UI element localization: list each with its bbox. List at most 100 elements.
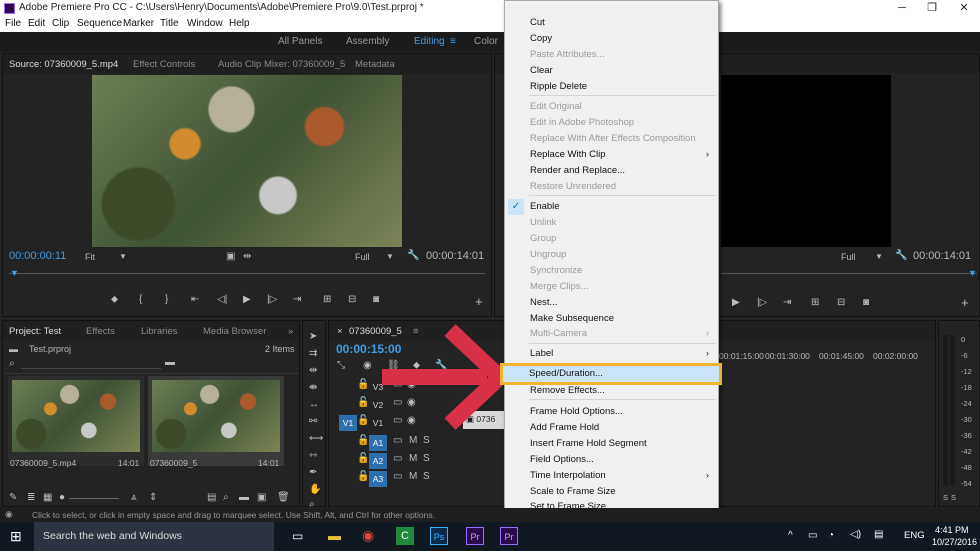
go-to-out-icon[interactable]: ⇥ — [783, 297, 791, 308]
workspace-assembly[interactable]: Assembly — [346, 36, 389, 47]
workspace-editing[interactable]: Editing — [414, 36, 445, 47]
sync-lock-icon[interactable]: ▭ — [393, 435, 402, 446]
new-bin-icon[interactable]: ▬ — [239, 492, 249, 503]
menu-edit[interactable]: Edit — [28, 18, 45, 29]
nest-toggle-icon[interactable]: ⤡ — [337, 360, 345, 371]
workspace-color[interactable]: Color — [474, 36, 498, 47]
export-frame-icon[interactable]: ◙ — [863, 297, 869, 308]
chevron-up-icon[interactable]: ^ — [788, 530, 793, 541]
volume-icon[interactable]: ◁) — [850, 529, 861, 540]
taskbar-search-box[interactable]: Search the web and Windows — [34, 522, 274, 551]
play-icon[interactable]: ▶ — [243, 294, 251, 305]
go-to-out-icon[interactable]: ⇥ — [293, 294, 301, 305]
project-item[interactable]: 07360009_5 14:01 — [148, 376, 284, 468]
menu-clip[interactable]: Clip — [52, 18, 69, 29]
premiere-taskbar-icon[interactable]: Pr — [466, 527, 484, 545]
workspace-all-panels[interactable]: All Panels — [278, 36, 322, 47]
tab-metadata[interactable]: Metadata — [355, 59, 395, 70]
sort-icon[interactable]: ⩓ — [131, 492, 137, 503]
add-button-icon[interactable]: + — [475, 294, 483, 309]
menu-window[interactable]: Window — [187, 18, 223, 29]
menu-marker[interactable]: Marker — [123, 18, 154, 29]
project-search-input[interactable] — [21, 357, 161, 369]
menu-sequence[interactable]: Sequence — [77, 18, 122, 29]
clock-time[interactable]: 4:41 PM — [935, 525, 969, 535]
export-frame-icon[interactable]: ◙ — [373, 294, 379, 305]
menu-item-clear[interactable]: Clear — [530, 64, 553, 78]
close-icon[interactable]: × — [337, 326, 343, 337]
drag-video-icon[interactable]: ⇹ — [243, 251, 251, 262]
rate-stretch-tool-icon[interactable]: ↔ — [309, 399, 319, 410]
extract-icon[interactable]: ⊟ — [837, 297, 845, 308]
chevron-down-icon[interactable]: ▼ — [386, 252, 394, 261]
mute-button[interactable]: M — [409, 471, 417, 482]
program-video-frame[interactable] — [721, 75, 891, 247]
mute-button[interactable]: M — [409, 453, 417, 464]
settings-icon[interactable]: ▣ — [226, 251, 235, 262]
minimize-button[interactable]: ─ — [888, 0, 916, 17]
camtasia-icon[interactable]: C — [396, 527, 414, 545]
solo-button[interactable]: S — [423, 453, 430, 464]
clock-date[interactable]: 10/27/2016 — [932, 537, 977, 547]
track-label[interactable]: A3 — [369, 471, 387, 487]
close-button[interactable]: ✕ — [950, 0, 978, 17]
lock-icon[interactable]: 🔓 — [357, 415, 369, 426]
maximize-button[interactable]: ❐ — [918, 0, 946, 17]
menu-item-nest[interactable]: Nest... — [530, 296, 557, 310]
menu-title[interactable]: Title — [160, 18, 179, 29]
menu-item-add-frame-hold[interactable]: Add Frame Hold — [530, 421, 599, 435]
file-explorer-icon[interactable]: ▬ — [328, 528, 341, 543]
source-timecode-in[interactable]: 00:00:00:11 — [9, 250, 66, 262]
menu-item-scale-to-frame-size[interactable]: Scale to Frame Size — [530, 485, 616, 499]
new-item-icon[interactable]: ▣ — [257, 492, 266, 503]
overwrite-icon[interactable]: ⊟ — [348, 294, 356, 305]
automate-icon[interactable]: ▤ — [207, 492, 216, 503]
trash-icon[interactable]: 🗑 — [277, 492, 290, 503]
mark-out-icon[interactable]: } — [165, 294, 168, 305]
menu-item-label[interactable]: Label — [530, 347, 553, 361]
task-view-icon[interactable]: ▭ — [292, 529, 303, 543]
step-forward-icon[interactable]: |▷ — [267, 294, 277, 305]
track-label[interactable]: A2 — [369, 453, 387, 469]
list-view-icon[interactable]: ≣ — [27, 492, 35, 503]
pen-tool-icon[interactable]: ✒ — [309, 467, 317, 478]
windows-start-icon[interactable]: ⊞ — [10, 528, 22, 545]
add-button-icon[interactable]: + — [961, 295, 969, 310]
pen-icon[interactable]: ✎ — [9, 492, 17, 503]
zoom-slider-icon[interactable]: ● — [59, 492, 65, 503]
lock-icon[interactable]: 🔓 — [357, 471, 369, 482]
lift-icon[interactable]: ⊞ — [811, 297, 819, 308]
source-resolution-select[interactable]: Full — [355, 252, 370, 262]
solo-left-button[interactable]: S — [943, 493, 948, 502]
lock-icon[interactable]: 🔓 — [357, 397, 369, 408]
solo-button[interactable]: S — [423, 471, 430, 482]
menu-item-enable[interactable]: Enable — [530, 200, 560, 214]
program-scrub-bar[interactable] — [721, 273, 977, 274]
source-patch-v1[interactable]: V1 — [339, 415, 357, 431]
menu-item-insert-frame-hold-segment[interactable]: Insert Frame Hold Segment — [530, 437, 647, 451]
go-to-in-icon[interactable]: ⇤ — [191, 294, 199, 305]
menu-item-field-options[interactable]: Field Options... — [530, 453, 594, 467]
slip-tool-icon[interactable]: ⟷ — [309, 433, 323, 444]
menu-item-time-interpolation[interactable]: Time Interpolation — [530, 469, 606, 483]
wrench-icon[interactable]: 🔧 — [895, 250, 907, 261]
sort-order-icon[interactable]: ⇕ — [149, 492, 157, 503]
speed-duration-menu-item[interactable]: Speed/Duration... — [529, 367, 603, 381]
menu-item-copy[interactable]: Copy — [530, 32, 552, 46]
tab-effect-controls[interactable]: Effect Controls — [133, 59, 195, 70]
panel-menu-icon[interactable]: » — [288, 326, 293, 337]
solo-button[interactable]: S — [423, 435, 430, 446]
hand-tool-icon[interactable]: ✋ — [309, 484, 321, 495]
menu-item-render-and-replace[interactable]: Render and Replace... — [530, 164, 625, 178]
chrome-icon[interactable]: ◉ — [362, 527, 374, 544]
menu-item-cut[interactable]: Cut — [530, 16, 545, 30]
chevron-down-icon[interactable]: ▼ — [119, 252, 127, 261]
icon-view-icon[interactable]: ▦ — [43, 492, 52, 503]
ripple-edit-tool-icon[interactable]: ⇹ — [309, 365, 317, 376]
sync-lock-icon[interactable]: ▭ — [393, 453, 402, 464]
menu-file[interactable]: File — [5, 18, 21, 29]
wrench-icon[interactable]: 🔧 — [407, 250, 419, 261]
selection-tool-icon[interactable]: ➤ — [309, 331, 317, 342]
keyboard-icon[interactable]: ▤ — [874, 529, 883, 540]
zoom-slider[interactable] — [69, 498, 119, 499]
